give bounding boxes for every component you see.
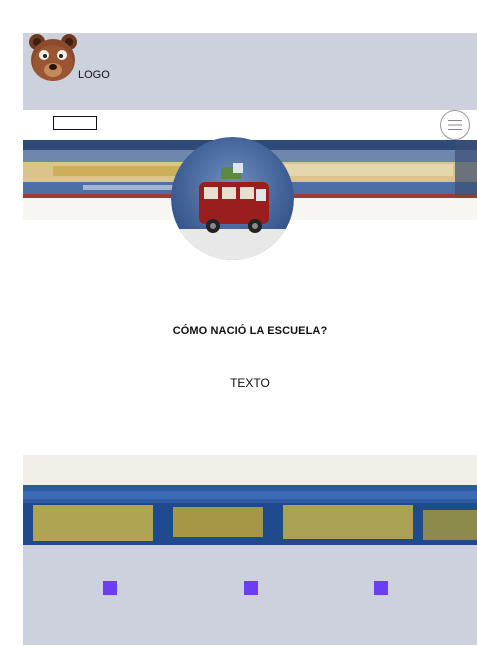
logo-text[interactable]: LOGO xyxy=(78,69,110,81)
nav-link-box[interactable] xyxy=(53,116,97,130)
social-icon-1[interactable] xyxy=(103,581,117,595)
section-text: TEXTO xyxy=(230,376,270,390)
hamburger-menu-icon[interactable] xyxy=(440,110,470,140)
site-header: LOGO xyxy=(23,33,477,110)
social-icon-2[interactable] xyxy=(244,581,258,595)
red-van-illustration xyxy=(171,137,294,260)
bear-face-icon[interactable] xyxy=(27,33,79,83)
banner-image-bottom xyxy=(23,455,477,545)
nav-bar xyxy=(23,110,477,140)
site-footer xyxy=(23,545,477,645)
page: LOGO CÓMO NACIÓ LA ESCUELA? TEXTO xyxy=(23,33,477,645)
section-title: CÓMO NACIÓ LA ESCUELA? xyxy=(172,325,328,337)
social-icon-3[interactable] xyxy=(374,581,388,595)
